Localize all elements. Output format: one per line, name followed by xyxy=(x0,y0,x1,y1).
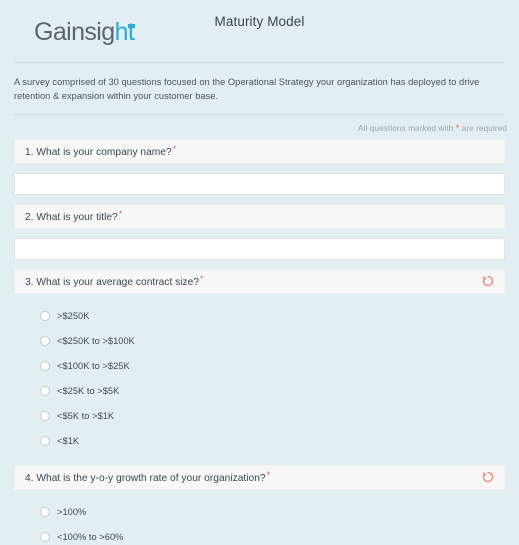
question-text-1: 1. What is your company name? xyxy=(25,147,172,159)
title-input[interactable] xyxy=(14,237,505,260)
option-label: >100% xyxy=(57,507,87,518)
required-star-2: * xyxy=(118,209,123,220)
options-list-4: >100% <100% to >60% xyxy=(14,490,505,545)
options-list-3: >$250K <$250K to >$100K <$100K to >$25K … xyxy=(14,294,505,456)
radio-icon[interactable] xyxy=(40,336,50,347)
radio-option-row[interactable]: <$25K to >$5K xyxy=(14,379,505,404)
option-label: <$25K to >$5K xyxy=(57,386,120,397)
company-name-input[interactable] xyxy=(14,172,505,195)
radio-icon[interactable] xyxy=(40,311,50,322)
question-block-1: 1. What is your company name?* xyxy=(14,138,505,195)
question-input-wrap-2 xyxy=(14,229,505,260)
radio-icon[interactable] xyxy=(40,386,50,397)
required-star-3: * xyxy=(200,274,204,285)
question-label-1: 1. What is your company name?* xyxy=(25,144,176,158)
question-label-4: 4. What is the y-o-y growth rate of your… xyxy=(25,470,270,484)
question-text-2: 2. What is your title? xyxy=(25,212,118,224)
required-star-4: * xyxy=(266,470,271,481)
radio-option-row[interactable]: <$250K to >$100K xyxy=(14,329,505,354)
required-note-before: All questions marked with xyxy=(358,122,456,133)
question-block-3: 3. What is your average contract size?* … xyxy=(14,268,505,456)
question-block-2: 2. What is your title?* xyxy=(14,203,505,260)
radio-option-row[interactable]: <$1K xyxy=(14,429,505,454)
questions-list: 1. What is your company name?* 2. What i… xyxy=(0,138,519,545)
page-header: Gainsight Maturity Model xyxy=(0,0,519,62)
question-text-4: 4. What is the y-o-y growth rate of your… xyxy=(25,473,266,485)
required-note: All questions marked with * are required xyxy=(0,115,519,139)
radio-option-row[interactable]: >100% xyxy=(14,500,505,525)
option-label: <$5K to >$1K xyxy=(57,411,115,422)
option-label: <$100K to >$25K xyxy=(57,361,130,372)
radio-icon[interactable] xyxy=(40,436,50,447)
radio-icon[interactable] xyxy=(40,532,50,543)
required-star-1: * xyxy=(172,144,177,155)
question-header-2: 2. What is your title?* xyxy=(14,203,505,229)
radio-option-row[interactable]: <100% to >60% xyxy=(14,525,505,545)
question-label-3: 3. What is your average contract size?* xyxy=(25,274,204,288)
option-label: <100% to >60% xyxy=(57,532,124,543)
page-title: Maturity Model xyxy=(214,14,305,29)
survey-page: Gainsight Maturity Model A survey compri… xyxy=(0,0,519,545)
question-block-4: 4. What is the y-o-y growth rate of your… xyxy=(14,464,505,545)
question-header-1: 1. What is your company name?* xyxy=(14,138,505,164)
radio-icon[interactable] xyxy=(40,361,50,372)
question-label-2: 2. What is your title?* xyxy=(25,209,122,223)
question-text-3: 3. What is your average contract size? xyxy=(25,277,200,289)
required-note-after: are required xyxy=(459,122,507,133)
reset-icon[interactable] xyxy=(481,470,495,484)
reset-icon[interactable] xyxy=(481,274,495,288)
radio-option-row[interactable]: >$250K xyxy=(14,304,505,329)
radio-option-row[interactable]: <$5K to >$1K xyxy=(14,404,505,429)
question-input-wrap-1 xyxy=(14,164,505,195)
question-header-4: 4. What is the y-o-y growth rate of your… xyxy=(14,464,505,490)
survey-description: A survey comprised of 30 questions focus… xyxy=(14,77,480,102)
question-header-3: 3. What is your average contract size?* xyxy=(14,268,505,294)
option-label: <$1K xyxy=(57,436,80,447)
radio-icon[interactable] xyxy=(40,507,50,518)
option-label: <$250K to >$100K xyxy=(57,336,135,347)
option-label: >$250K xyxy=(57,311,90,322)
radio-icon[interactable] xyxy=(40,411,50,422)
radio-option-row[interactable]: <$100K to >$25K xyxy=(14,354,505,379)
